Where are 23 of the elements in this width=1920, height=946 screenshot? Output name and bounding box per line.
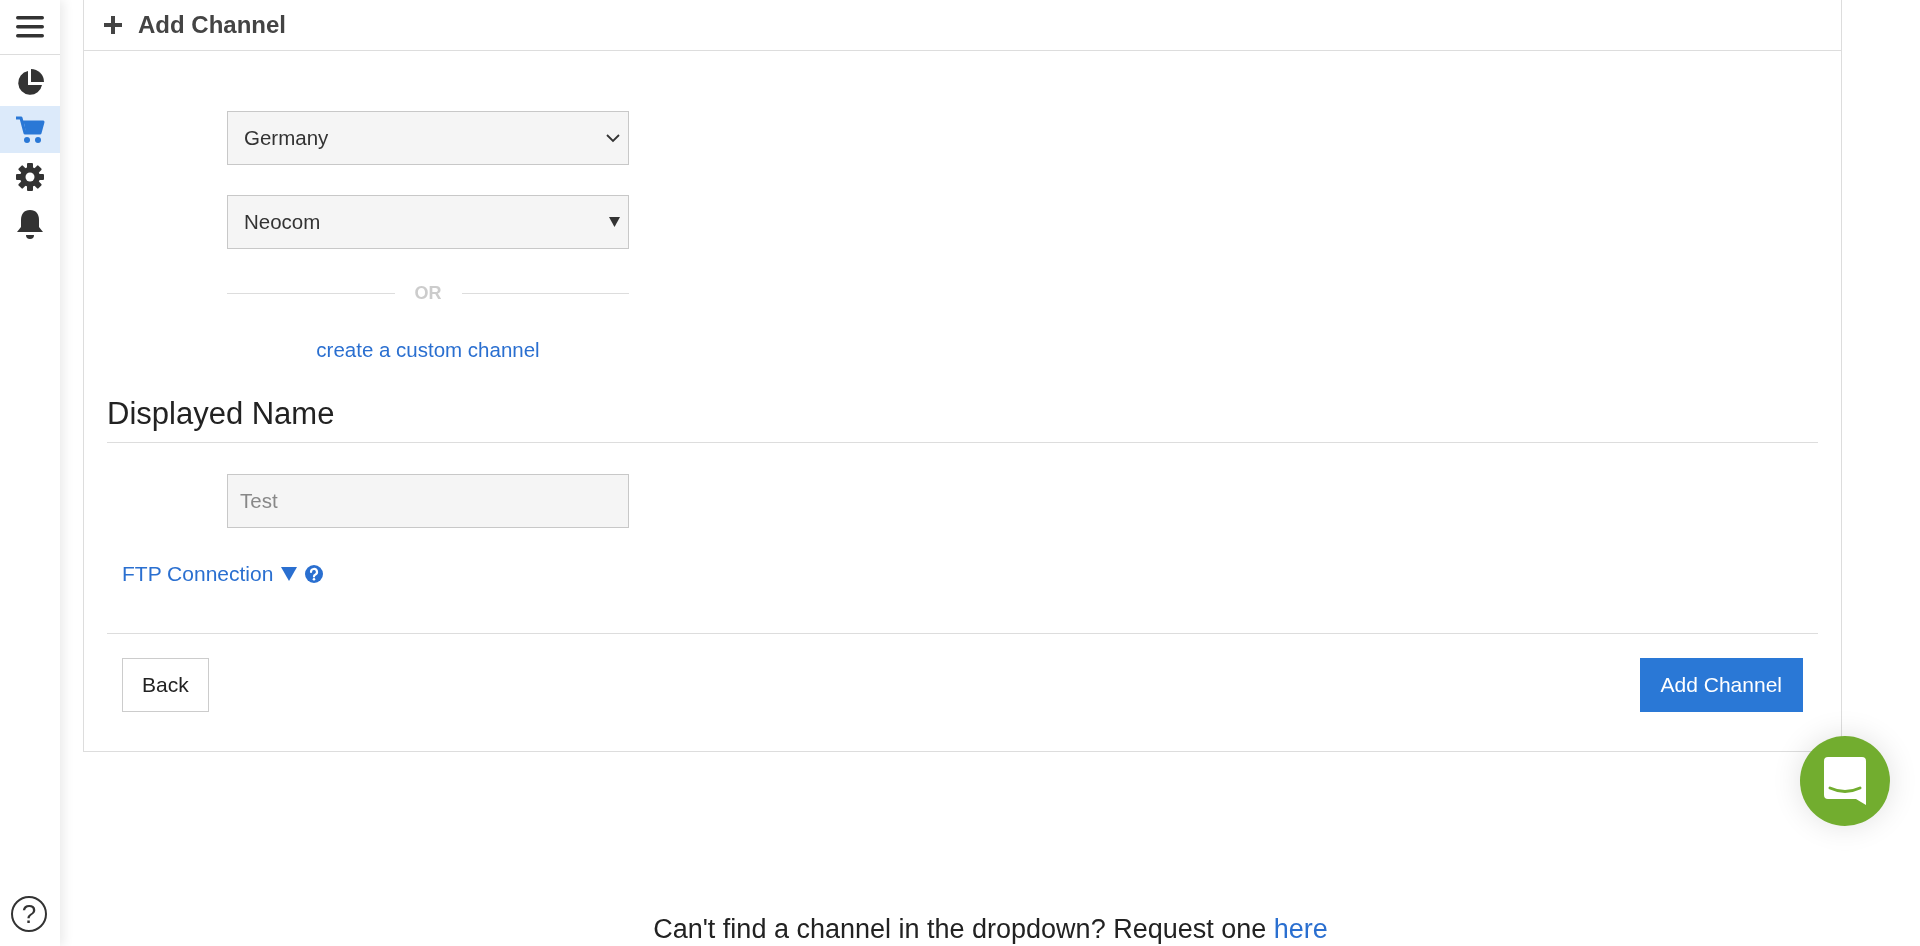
channel-select[interactable]: Neocom xyxy=(227,195,629,249)
request-link[interactable]: here xyxy=(1273,914,1328,944)
chevron-icon xyxy=(606,133,620,143)
menu-icon[interactable] xyxy=(16,16,44,38)
section-title: Displayed Name xyxy=(107,396,1818,443)
chat-icon xyxy=(1824,757,1866,805)
help-icon[interactable] xyxy=(305,565,324,583)
bell-icon[interactable] xyxy=(15,207,45,240)
name-field[interactable]: Test xyxy=(227,474,629,528)
ftp-toggle[interactable]: FTP Connection xyxy=(122,562,298,586)
settings-icon[interactable] xyxy=(15,161,45,192)
country-select[interactable]: Germany xyxy=(227,111,629,165)
pie-chart-icon[interactable] xyxy=(15,67,45,98)
caret-icon xyxy=(609,217,620,227)
plus-icon xyxy=(104,16,122,34)
help-button[interactable]: ? xyxy=(11,896,47,932)
add-channel-button[interactable]: Add Channel xyxy=(1639,658,1803,712)
back-button[interactable]: Back xyxy=(122,658,209,712)
cart-icon[interactable] xyxy=(15,115,45,144)
footer-text: Can't find a channel in the dropdown? Request one here xyxy=(653,913,1328,946)
card-title: Add Channel xyxy=(138,11,286,39)
custom-channel-link[interactable]: create a custom channel xyxy=(316,338,540,361)
caret-icon xyxy=(281,567,298,581)
